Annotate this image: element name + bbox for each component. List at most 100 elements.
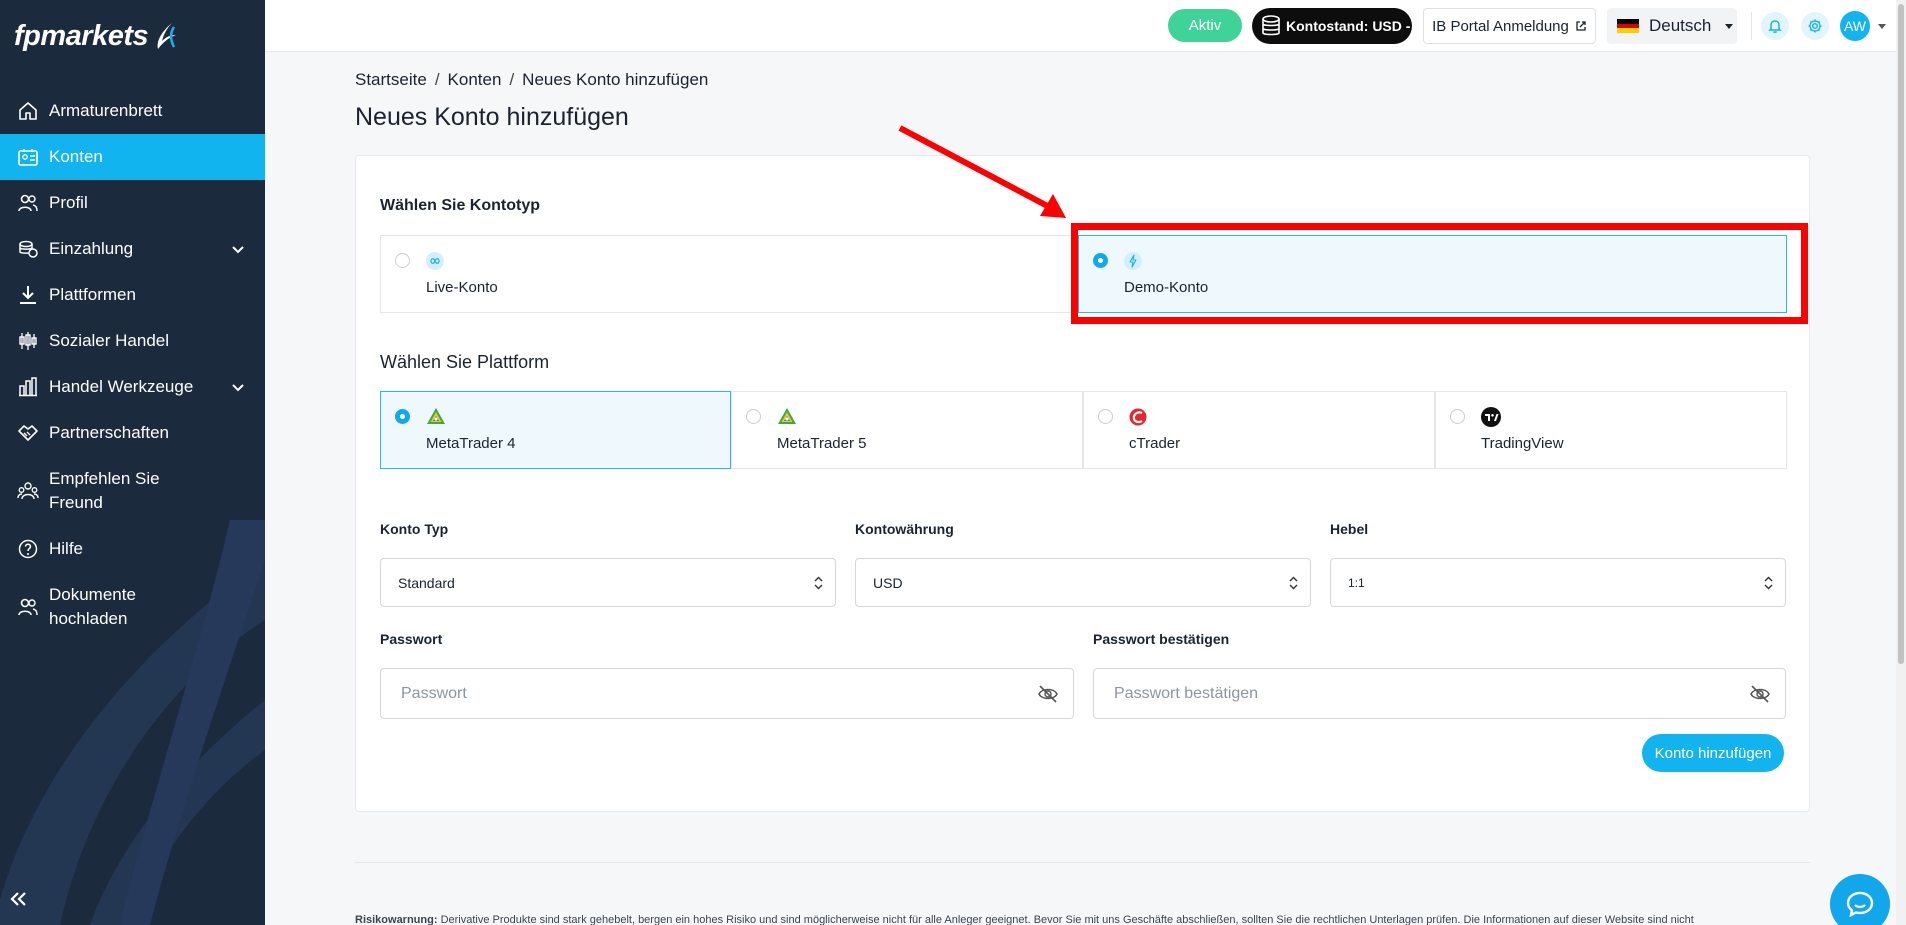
sidebar-item-handel-werkzeuge[interactable]: Handel Werkzeuge [0, 364, 265, 410]
hebel-label: Hebel [1330, 521, 1369, 537]
chat-button[interactable] [1830, 874, 1890, 925]
platform-heading: Wählen Sie Plattform [380, 352, 550, 372]
chevron-down-icon [232, 384, 244, 392]
eye-off-icon[interactable] [1749, 684, 1771, 704]
option-label: cTrader [1129, 435, 1181, 452]
avatar[interactable]: AW [1840, 11, 1870, 41]
updown-chevron-icon [1289, 576, 1298, 590]
fpmarkets-logo[interactable]: fpmarkets [14, 18, 178, 54]
caret-down-icon[interactable] [1878, 24, 1886, 29]
eye-off-icon[interactable] [1037, 684, 1059, 704]
sidebar-item-label: Profil [49, 193, 88, 212]
sidebar-item-plattformen[interactable]: Plattformen [0, 272, 265, 318]
radio-live[interactable] [395, 253, 410, 268]
status-badge: Aktiv [1168, 9, 1242, 42]
option-label: TradingView [1481, 435, 1564, 452]
breadcrumb-konten[interactable]: Konten [448, 70, 502, 90]
footer-divider [355, 862, 1810, 863]
radio-mt4[interactable] [395, 409, 410, 424]
platform-tradingview[interactable]: TradingView [1435, 391, 1787, 469]
upload-docs-icon [18, 598, 38, 616]
updown-chevron-icon [1764, 576, 1773, 590]
notifications-button[interactable] [1761, 12, 1789, 40]
users-icon [18, 194, 38, 212]
sidebar: fpmarkets Armaturenbrett Konten Profil E… [0, 0, 265, 925]
sidebar-item-label: Plattformen [49, 285, 136, 304]
sidebar-item-einzahlung[interactable]: Einzahlung [0, 226, 265, 272]
sidebar-item-empfehlen[interactable]: Empfehlen Sie Freund [0, 456, 265, 526]
radio-demo[interactable] [1093, 253, 1108, 268]
metatrader-5-icon [778, 408, 796, 424]
risk-warning-text: Derivative Produkte sind stark gehebelt,… [440, 914, 1694, 925]
passwort-input[interactable]: Passwort [380, 668, 1074, 719]
waehrung-select[interactable]: USD [855, 558, 1311, 607]
account-type-demo[interactable]: Demo-Konto [1078, 235, 1787, 313]
double-chevron-left-icon[interactable] [8, 888, 30, 910]
konto-typ-select[interactable]: Standard [380, 558, 836, 607]
passwort-confirm-input[interactable]: Passwort bestätigen [1093, 668, 1786, 719]
select-value: Standard [398, 574, 455, 591]
logo-wordmark: fpmarkets [14, 19, 149, 52]
platform-mt4[interactable]: MetaTrader 4 [380, 391, 731, 469]
sidebar-item-label: Konten [49, 147, 103, 166]
sidebar-item-konten[interactable]: Konten [0, 134, 265, 180]
settings-button[interactable] [1801, 12, 1829, 40]
platform-mt5[interactable]: MetaTrader 5 [731, 391, 1083, 469]
select-value: USD [873, 574, 903, 591]
database-icon [1262, 15, 1280, 36]
ib-portal-label: IB Portal Anmeldung [1432, 17, 1569, 35]
sidebar-item-dokumente[interactable]: Dokumente hochladen [0, 572, 265, 642]
gear-icon [1808, 19, 1822, 33]
metatrader-4-icon [427, 408, 445, 424]
sidebar-item-label: Armaturenbrett [49, 101, 163, 120]
language-select[interactable]: Deutsch [1607, 8, 1737, 44]
sidebar-item-label: Dokumente hochladen [49, 585, 136, 628]
sidebar-item-label: Partnerschaften [49, 423, 170, 442]
sidebar-item-armaturenbrett[interactable]: Armaturenbrett [0, 88, 265, 134]
chat-bubble-icon [1846, 891, 1874, 918]
select-value: 1:1 [1348, 575, 1365, 590]
passwort-label: Passwort [380, 631, 443, 647]
updown-chevron-icon [814, 576, 823, 590]
german-flag-icon [1617, 19, 1639, 34]
sidebar-item-hilfe[interactable]: Hilfe [0, 526, 265, 572]
option-label: MetaTrader 5 [777, 435, 867, 452]
logo-swoosh-icon [157, 23, 177, 49]
sidebar-nav: Armaturenbrett Konten Profil Einzahlung … [0, 88, 265, 642]
help-icon [18, 539, 38, 559]
bell-icon [1768, 20, 1782, 33]
scrollbar-thumb[interactable] [1898, 4, 1904, 664]
external-link-icon [1576, 21, 1586, 31]
page-scrollbar[interactable] [1896, 0, 1906, 925]
sidebar-item-partnerschaften[interactable]: Partnerschaften [0, 410, 265, 456]
sidebar-item-profil[interactable]: Profil [0, 180, 265, 226]
option-label: Live-Konto [426, 279, 498, 296]
radio-tradingview[interactable] [1450, 409, 1465, 424]
home-icon [19, 102, 37, 120]
sidebar-item-label: Einzahlung [49, 239, 134, 258]
chevron-down-icon [232, 246, 244, 254]
ib-portal-button[interactable]: IB Portal Anmeldung [1423, 8, 1596, 44]
balance-pill[interactable]: Kontostand: USD - [1252, 8, 1412, 44]
sidebar-item-label: Hilfe [49, 539, 84, 558]
sidebar-item-label: Empfehlen Sie Freund [49, 469, 160, 512]
referral-icon [17, 482, 39, 500]
add-account-button[interactable]: Konto hinzufügen [1642, 734, 1784, 772]
sidebar-item-sozialer-handel[interactable]: Sozialer Handel [0, 318, 265, 364]
tradingview-icon [1481, 407, 1501, 427]
option-label: Demo-Konto [1124, 279, 1209, 296]
hebel-select[interactable]: 1:1 [1330, 558, 1786, 607]
balance-text: Kontostand: USD - [1286, 18, 1411, 34]
radio-mt5[interactable] [746, 409, 761, 424]
page-title: Neues Konto hinzufügen [355, 103, 629, 131]
demo-account-icon [1124, 252, 1142, 270]
breadcrumb-home[interactable]: Startseite [355, 70, 427, 90]
platform-ctrader[interactable]: cTrader [1083, 391, 1435, 469]
breadcrumb-separator: / [434, 70, 440, 89]
account-type-live[interactable]: Live-Konto [380, 235, 1078, 313]
option-label: MetaTrader 4 [426, 435, 516, 452]
candles-icon [19, 332, 37, 350]
radio-ctrader[interactable] [1098, 409, 1113, 424]
konto-typ-label: Konto Typ [380, 521, 449, 537]
ctrader-icon [1129, 408, 1147, 426]
